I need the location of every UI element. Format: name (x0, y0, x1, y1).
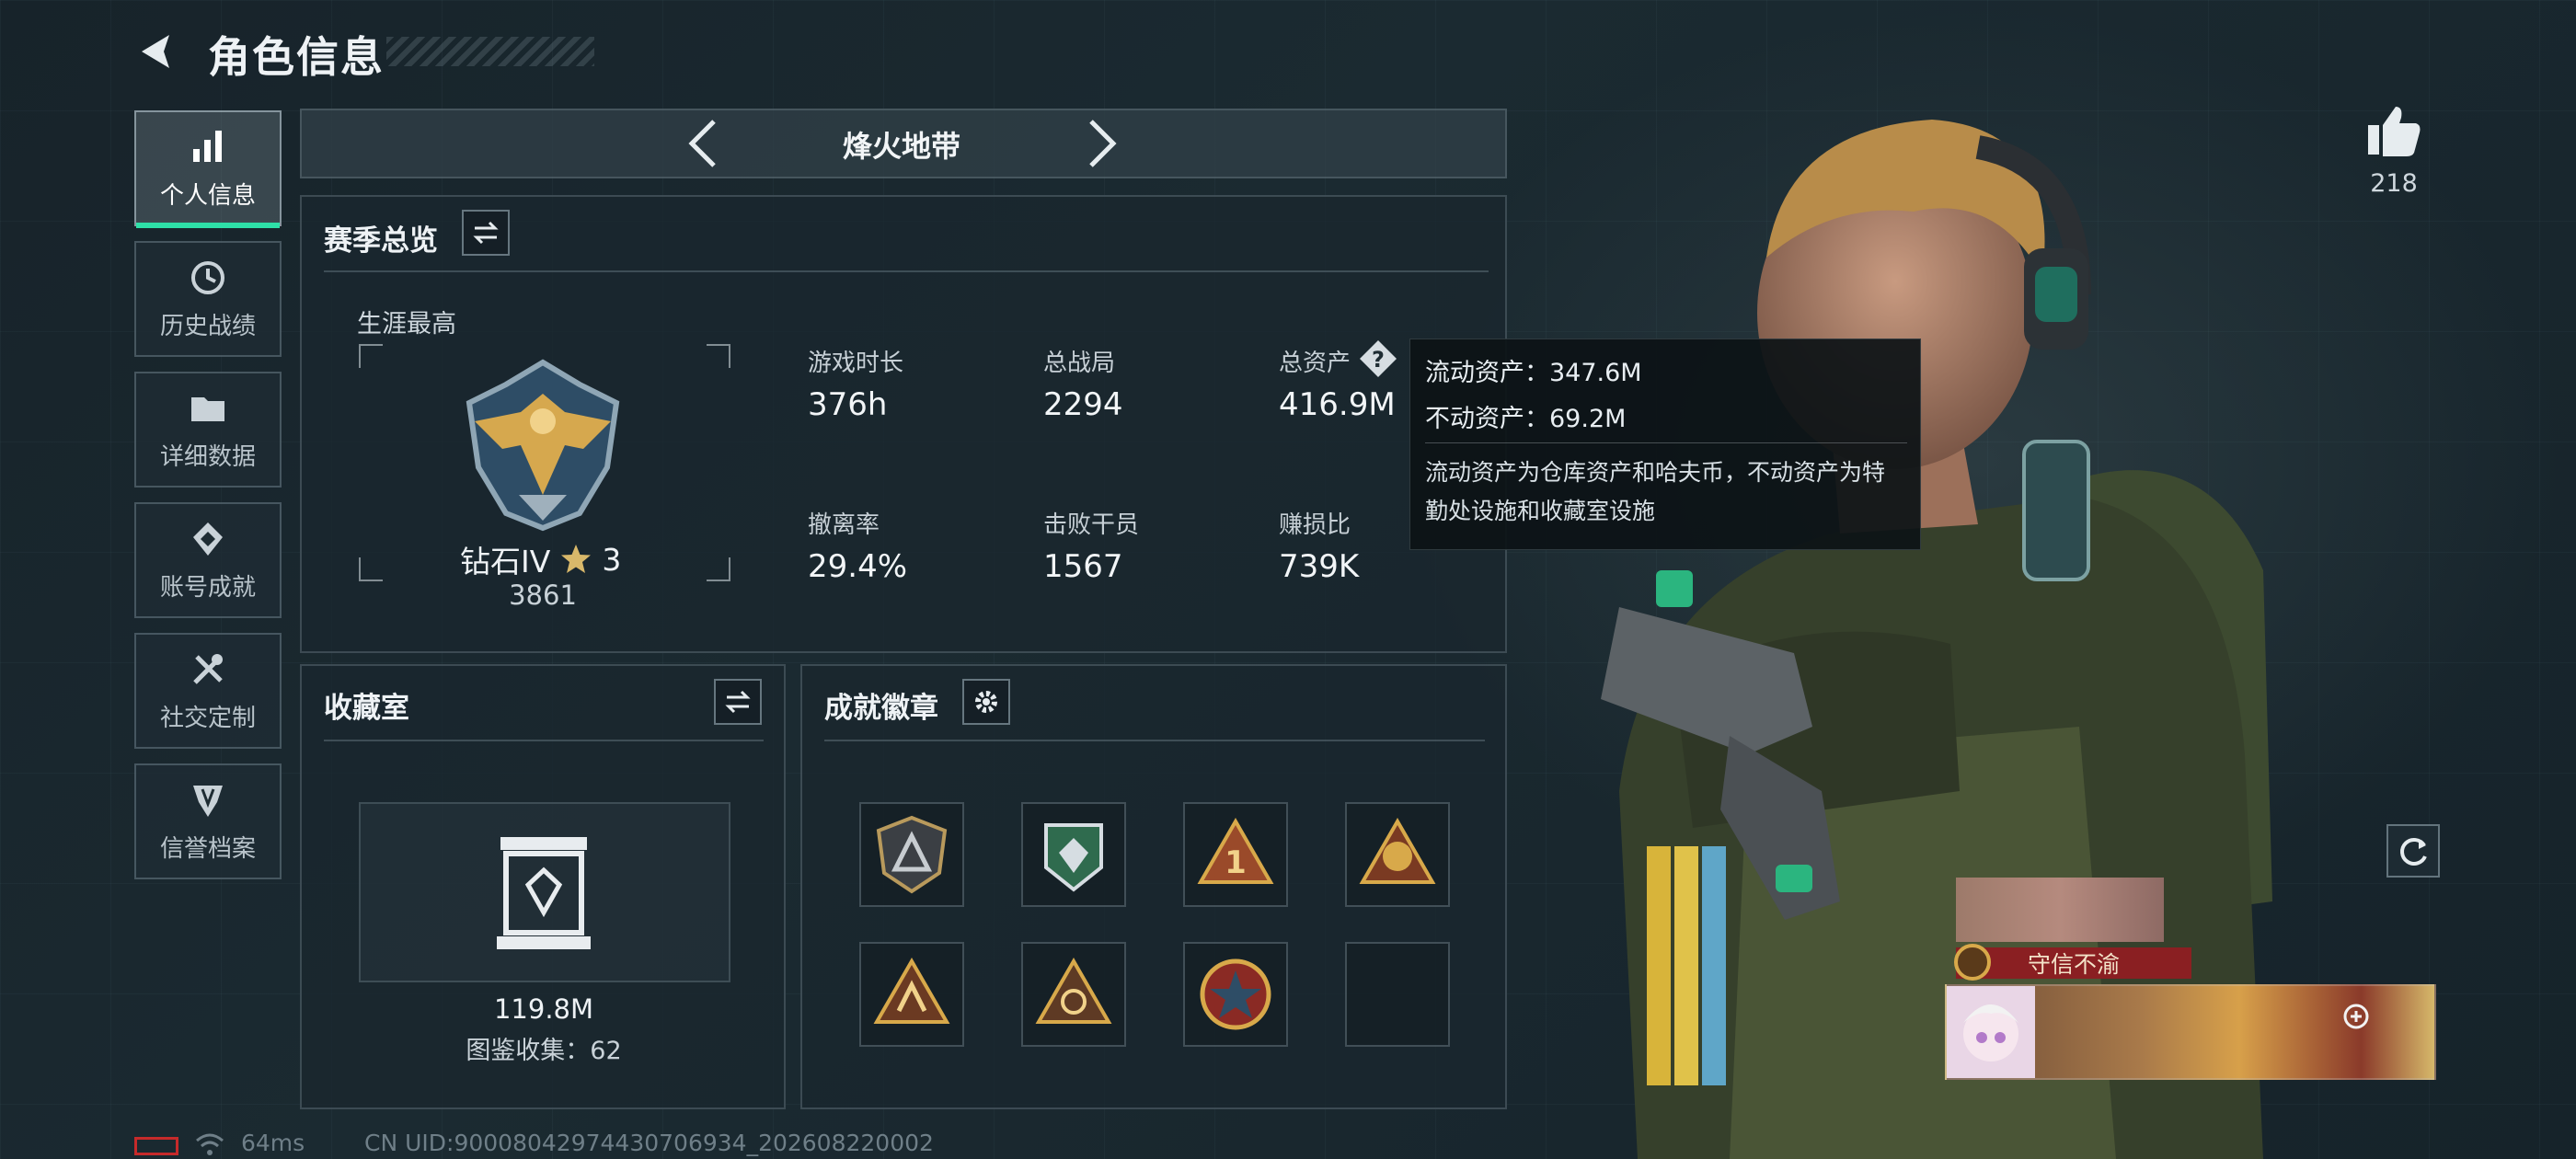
stat-value-matches: 2294 (1043, 386, 1123, 423)
gear-icon (975, 691, 997, 713)
history-clock-icon (191, 260, 224, 294)
panel-divider (824, 740, 1485, 741)
nameplate-background (1956, 878, 2164, 942)
panel-divider (324, 740, 764, 741)
rank-row: 钻石IV 3 (460, 537, 621, 581)
stat-label-playtime: 游戏时长 (808, 350, 904, 377)
season-overview-title: 赛季总览 (324, 224, 438, 258)
swap-arrows-icon (725, 690, 751, 714)
sidebar-item-details[interactable]: 详细数据 (134, 372, 282, 488)
sidebar-item-label: 账号成就 (159, 573, 256, 602)
achievement-badge[interactable] (1345, 802, 1450, 907)
panel-divider (324, 270, 1489, 272)
tooltip-description: 流动资产为仓库资产和哈夫币，不动资产为特勤处设施和收藏室设施 (1425, 459, 1886, 524)
bar-chart-icon (193, 130, 222, 162)
sidebar-item-label: 个人信息 (159, 181, 256, 210)
achievements-settings-button[interactable] (962, 679, 1010, 725)
bronze-triangle-badge-icon (1035, 957, 1112, 1024)
collection-title: 收藏室 (324, 692, 409, 725)
stat-value-extraction-rate: 29.4% (808, 548, 908, 585)
sidebar-item-label: 信誉档案 (159, 834, 256, 863)
stat-value-total-assets: 416.9M (1279, 386, 1396, 423)
refresh-button[interactable] (2386, 824, 2440, 878)
prev-mode-arrow-icon[interactable] (684, 118, 721, 169)
frame-corner (707, 557, 730, 581)
gold-fist-badge-icon (1359, 817, 1436, 884)
tooltip-divider (1425, 442, 1907, 443)
sidebar-item-personal-info[interactable]: 个人信息 (134, 110, 282, 228)
battery-icon (134, 1137, 178, 1155)
number-one-badge-icon: 1 (1197, 817, 1274, 884)
achievement-badge[interactable] (859, 942, 964, 1047)
tooltip-fixed-assets: 不动资产：69.2M (1425, 405, 1627, 433)
sidebar-item-history[interactable]: 历史战绩 (134, 241, 282, 357)
assets-tooltip: 流动资产：347.6M 不动资产：69.2M 流动资产为仓库资产和哈夫币，不动资… (1409, 339, 1921, 550)
sidebar-item-achievements[interactable]: 账号成就 (134, 502, 282, 618)
stat-value-playtime: 376h (808, 386, 888, 423)
stat-label-kills: 击败干员 (1043, 511, 1140, 539)
rank-name: 钻石IV (460, 544, 551, 580)
sidebar-item-label: 详细数据 (159, 442, 256, 471)
tools-icon (193, 653, 223, 684)
achievement-badge[interactable] (1021, 802, 1126, 907)
stat-label-matches: 总战局 (1043, 350, 1116, 377)
wifi-icon (196, 1133, 224, 1155)
achievement-badge[interactable] (1183, 942, 1288, 1047)
sidebar-item-label: 历史战绩 (159, 312, 256, 340)
star-medal-badge-icon (1200, 958, 1271, 1030)
stat-value-profit-ratio: 739K (1279, 548, 1360, 585)
rank-points: 3861 (509, 580, 577, 611)
gold-triangle-badge-icon (873, 957, 950, 1024)
stat-label-total-assets: 总资产 (1279, 350, 1351, 377)
refresh-icon (2400, 838, 2427, 866)
rank-stars: 3 (602, 541, 622, 578)
achievement-badge[interactable] (1021, 942, 1126, 1047)
next-mode-arrow-icon[interactable] (1084, 118, 1121, 169)
green-crest-badge-icon (1044, 823, 1103, 892)
frame-corner (359, 557, 383, 581)
shield-icon (193, 785, 223, 817)
nameplate-emblem-icon (1954, 944, 1991, 981)
achievement-badge[interactable] (859, 802, 964, 907)
season-swap-button[interactable] (462, 210, 510, 256)
shield-badge-icon (876, 815, 948, 894)
achievement-badge-empty-slot[interactable] (1345, 942, 1450, 1047)
nameplate-title: 守信不渝 (2027, 951, 2120, 978)
help-icon[interactable]: ? (1358, 339, 1398, 379)
stat-label-profit-ratio: 赚损比 (1279, 511, 1351, 539)
mode-name: 烽火地带 (842, 129, 960, 164)
star-icon (561, 545, 592, 573)
career-best-label: 生涯最高 (357, 310, 456, 339)
swap-arrows-icon (473, 221, 499, 245)
sidebar-item-label: 社交定制 (159, 704, 256, 732)
collection-value: 119.8M (493, 993, 594, 1025)
svg-text:?: ? (1372, 347, 1385, 373)
ping-value: 64ms (241, 1130, 305, 1156)
achievements-title: 成就徽章 (824, 692, 938, 725)
vault-display-icon (497, 837, 591, 949)
frame-corner (707, 344, 730, 368)
collection-gallery-count: 图鉴收集：62 (466, 1037, 622, 1065)
collection-swap-button[interactable] (714, 679, 762, 725)
achievement-badge[interactable]: 1 (1183, 802, 1288, 907)
rank-emblem-icon (466, 359, 620, 532)
nameplate-avatar (1947, 986, 2035, 1078)
stat-value-kills: 1567 (1043, 548, 1123, 585)
like-count: 218 (2370, 169, 2418, 198)
user-uid: CN UID:9000804297443070693​4_20260822000… (364, 1130, 934, 1156)
page-title: 角色信息 (208, 32, 385, 82)
sidebar-item-reputation[interactable]: 信誉档案 (134, 763, 282, 879)
stat-label-extraction-rate: 撤离率 (808, 511, 880, 539)
tooltip-liquid-assets: 流动资产：347.6M (1425, 359, 1642, 387)
back-arrow-icon[interactable] (134, 29, 178, 74)
thumbs-up-icon[interactable] (2364, 101, 2423, 160)
title-decoration (386, 37, 594, 66)
plus-circle-icon[interactable] (2342, 1003, 2370, 1030)
svg-text:1: 1 (1225, 844, 1247, 881)
sidebar-item-social[interactable]: 社交定制 (134, 633, 282, 749)
achievement-icon (193, 522, 223, 556)
folder-icon (191, 396, 224, 421)
frame-corner (359, 344, 383, 368)
